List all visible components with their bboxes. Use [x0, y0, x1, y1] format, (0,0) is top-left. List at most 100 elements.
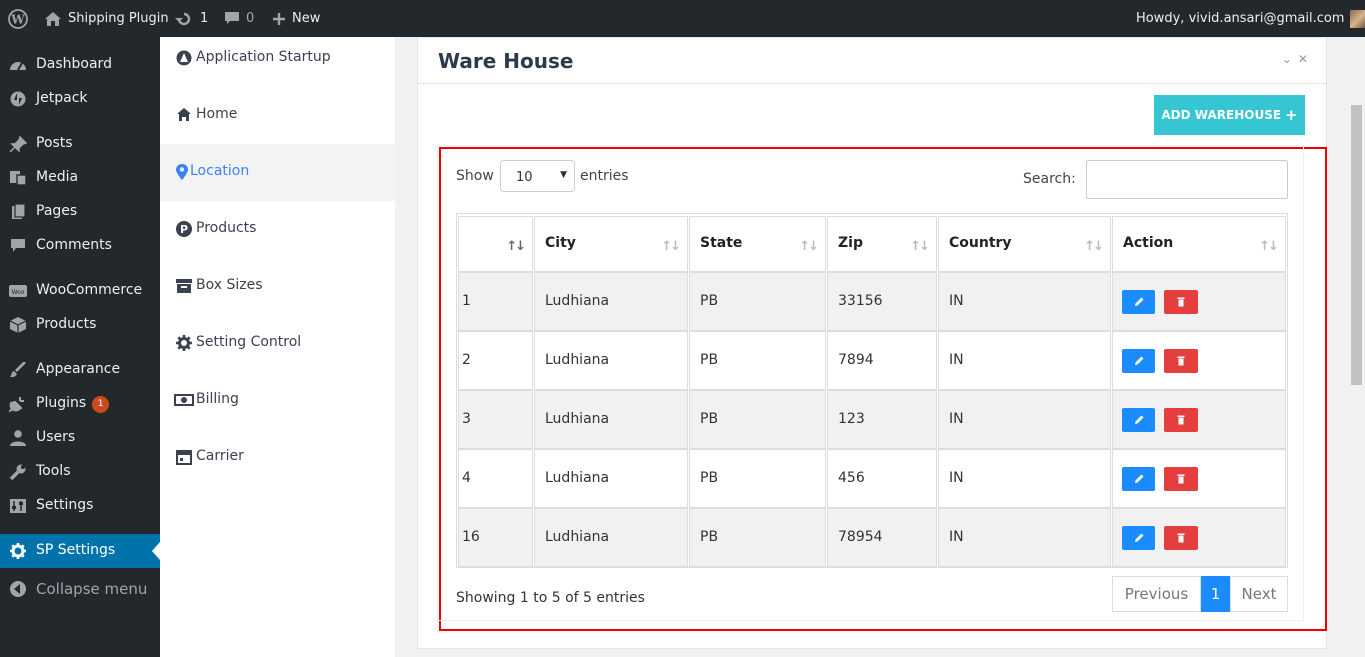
sidebar-item-users[interactable]: Users — [0, 421, 160, 455]
page-scrollbar[interactable] — [1348, 37, 1365, 657]
plugin-nav-box-sizes[interactable]: Box Sizes — [160, 258, 395, 315]
pencil-icon — [1135, 533, 1144, 542]
sidebar-item-label: Media — [36, 169, 79, 185]
cell-text: 2 — [462, 352, 471, 368]
map-marker-icon — [176, 164, 188, 180]
sidebar-item-label: Posts — [36, 135, 73, 151]
sidebar-item-media[interactable]: Media — [0, 161, 160, 195]
delete-button[interactable] — [1164, 349, 1198, 373]
previous-page-button[interactable]: Previous — [1112, 576, 1201, 612]
table-cell-country: IN — [938, 390, 1111, 449]
search-label: Search: — [1023, 171, 1076, 187]
table-cell-city: Ludhiana — [534, 331, 688, 390]
startup-icon — [176, 50, 192, 66]
sidebar-item-products[interactable]: Products — [0, 308, 160, 342]
close-icon[interactable]: ✕ — [1298, 52, 1308, 66]
search-input[interactable] — [1086, 160, 1288, 199]
column-header-id[interactable]: ↑↓ — [458, 216, 533, 272]
cell-text: PB — [700, 470, 719, 486]
svg-text:P: P — [180, 223, 188, 236]
sidebar-item-label: Settings — [36, 497, 94, 513]
plugin-nav-products[interactable]: P Products — [160, 201, 395, 258]
refresh-icon — [175, 12, 191, 25]
cell-text: 33156 — [838, 293, 883, 309]
delete-button[interactable] — [1164, 290, 1198, 314]
cell-text: Ludhiana — [545, 352, 610, 368]
plugin-nav-billing[interactable]: Billing — [160, 372, 395, 429]
edit-button[interactable] — [1122, 408, 1155, 432]
sidebar-item-pages[interactable]: Pages — [0, 195, 160, 229]
table-cell-country: IN — [938, 508, 1111, 567]
table-cell-state: PB — [689, 390, 826, 449]
edit-button[interactable] — [1122, 526, 1155, 550]
cell-text: IN — [949, 352, 964, 368]
delete-button[interactable] — [1164, 526, 1198, 550]
panel-divider — [418, 83, 1326, 84]
delete-button[interactable] — [1164, 467, 1198, 491]
sidebar-item-posts[interactable]: Posts — [0, 127, 160, 161]
add-warehouse-button[interactable]: ADD WAREHOUSE + — [1154, 95, 1305, 135]
sidebar-item-label: WooCommerce — [36, 282, 143, 298]
trash-icon — [1177, 356, 1185, 366]
sidebar-item-plugins[interactable]: Plugins 1 — [0, 387, 160, 421]
next-page-button[interactable]: Next — [1230, 576, 1288, 612]
new-content-link[interactable]: New — [272, 0, 320, 37]
column-header-state[interactable]: State ↑↓ — [689, 216, 826, 272]
sidebar-item-label: Comments — [36, 237, 112, 253]
collapse-chevron-icon[interactable]: ⌄ — [1282, 52, 1292, 66]
cell-text: PB — [700, 352, 719, 368]
table-cell-zip: 456 — [827, 449, 937, 508]
edit-button[interactable] — [1122, 467, 1155, 491]
trash-icon — [1177, 474, 1185, 484]
plugin-nav-carrier[interactable]: Carrier — [160, 429, 395, 486]
updates-link[interactable]: 1 — [174, 0, 208, 37]
sidebar-item-tools[interactable]: Tools — [0, 455, 160, 489]
scrollbar-thumb[interactable] — [1351, 105, 1362, 385]
plugin-nav: Application Startup Home Location P Prod… — [160, 37, 395, 657]
column-header-action[interactable]: Action ↑↓ — [1112, 216, 1286, 272]
column-header-label: City — [545, 235, 576, 251]
wrench-icon — [9, 464, 26, 480]
table-cell-zip: 123 — [827, 390, 937, 449]
plugin-nav-location[interactable]: Location — [160, 144, 395, 201]
updates-count: 1 — [200, 11, 209, 26]
sidebar-item-sp-settings[interactable]: SP Settings — [0, 534, 160, 568]
account-menu[interactable]: Howdy, vivid.ansari@gmail.com — [1136, 0, 1365, 37]
pencil-icon — [1135, 415, 1144, 424]
table-cell-city: Ludhiana — [534, 272, 688, 331]
sidebar-item-jetpack[interactable]: Jetpack — [0, 82, 160, 116]
sidebar-item-dashboard[interactable]: Dashboard — [0, 48, 160, 82]
sidebar-item-label: Appearance — [36, 361, 121, 377]
edit-button[interactable] — [1122, 349, 1155, 373]
table-cell-country: IN — [938, 449, 1111, 508]
wordpress-logo-icon[interactable]: W — [8, 0, 28, 37]
sidebar-item-comments[interactable]: Comments — [0, 229, 160, 263]
svg-text:Woo: Woo — [12, 289, 25, 296]
site-name-link[interactable]: Shipping Plugin — [44, 0, 169, 37]
admin-bar: W Shipping Plugin 1 0 New Howdy, vivid.a… — [0, 0, 1365, 37]
sidebar-item-label: Plugins 1 — [36, 395, 110, 413]
plugin-nav-home[interactable]: Home — [160, 87, 395, 144]
cell-text: Ludhiana — [545, 293, 610, 309]
plugin-nav-setting-control[interactable]: Setting Control — [160, 315, 395, 372]
table-cell-city: Ludhiana — [534, 449, 688, 508]
sidebar-item-appearance[interactable]: Appearance — [0, 353, 160, 387]
comments-link[interactable]: 0 — [224, 0, 254, 37]
plugin-nav-label: Setting Control — [196, 334, 302, 350]
page-size-select[interactable]: 10 ▼ — [500, 160, 575, 192]
sidebar-item-settings[interactable]: Settings — [0, 489, 160, 523]
sidebar-item-woocommerce[interactable]: Woo WooCommerce — [0, 274, 160, 308]
column-header-zip[interactable]: Zip ↑↓ — [827, 216, 937, 272]
delete-button[interactable] — [1164, 408, 1198, 432]
pages-icon — [12, 204, 26, 219]
edit-button[interactable] — [1122, 290, 1155, 314]
collapse-menu-button[interactable]: Collapse menu — [0, 572, 160, 606]
column-header-city[interactable]: City ↑↓ — [534, 216, 688, 272]
cell-text: IN — [949, 411, 964, 427]
page-1-button[interactable]: 1 — [1201, 576, 1230, 612]
plugin-nav-application-startup[interactable]: Application Startup — [160, 37, 395, 87]
column-header-label: Zip — [838, 235, 863, 251]
table-info: Showing 1 to 5 of 5 entries — [456, 590, 645, 606]
sidebar-item-label: Users — [36, 429, 76, 445]
column-header-country[interactable]: Country ↑↓ — [938, 216, 1111, 272]
